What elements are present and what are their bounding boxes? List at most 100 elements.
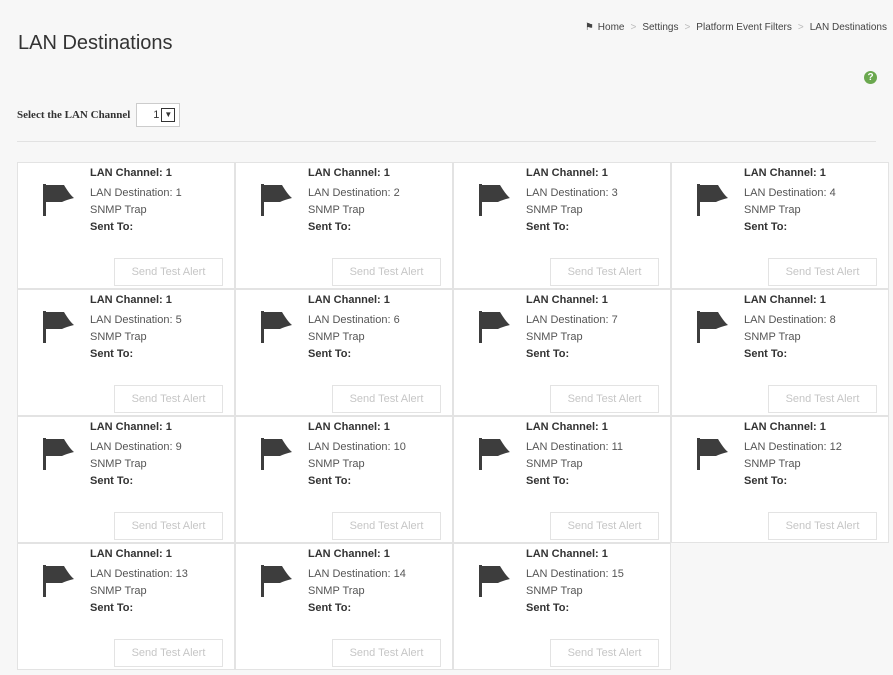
card-sent-to: Sent To: (90, 348, 134, 360)
card-type: SNMP Trap (526, 458, 583, 470)
destination-card: LAN Channel: 1 LAN Destination: 15 SNMP Tr… (453, 543, 671, 670)
card-info: LAN Channel: 1 LAN Destination: 4 SNMP Tra… (744, 165, 836, 236)
send-test-alert-button[interactable]: Send Test Alert (114, 385, 223, 413)
card-type: SNMP Trap (526, 204, 583, 216)
card-sent-to: Sent To: (744, 221, 788, 233)
card-channel: LAN Channel: 1 (744, 167, 826, 179)
card-sent-to: Sent To: (744, 348, 788, 360)
destination-card: LAN Channel: 1 LAN Destination: 8 SNMP Tra… (671, 289, 889, 416)
help-icon[interactable]: ? (864, 71, 877, 84)
card-channel: LAN Channel: 1 (744, 294, 826, 306)
card-sent-to: Sent To: (526, 348, 570, 360)
card-channel: LAN Channel: 1 (308, 421, 390, 433)
send-test-alert-button[interactable]: Send Test Alert (550, 639, 659, 667)
card-type: SNMP Trap (90, 585, 147, 597)
card-sent-to: Sent To: (90, 221, 134, 233)
card-info: LAN Channel: 1 LAN Destination: 11 SNMP Tr… (526, 419, 623, 490)
send-test-alert-button[interactable]: Send Test Alert (332, 512, 441, 540)
destination-card: LAN Channel: 1 LAN Destination: 1 SNMP Tra… (17, 162, 235, 289)
send-test-alert-button[interactable]: Send Test Alert (550, 385, 659, 413)
channel-select[interactable]: 1 ▼ (136, 103, 181, 127)
send-test-alert-button[interactable]: Send Test Alert (768, 258, 877, 286)
send-test-alert-button[interactable]: Send Test Alert (114, 258, 223, 286)
card-info: LAN Channel: 1 LAN Destination: 10 SNMP Tr… (308, 419, 406, 490)
send-test-alert-button[interactable]: Send Test Alert (332, 258, 441, 286)
destination-card: LAN Channel: 1 LAN Destination: 2 SNMP Tra… (235, 162, 453, 289)
card-info: LAN Channel: 1 LAN Destination: 15 SNMP Tr… (526, 546, 624, 617)
page-title: LAN Destinations (18, 32, 173, 54)
card-info: LAN Channel: 1 LAN Destination: 7 SNMP Tra… (526, 292, 618, 363)
destination-card: LAN Channel: 1 LAN Destination: 5 SNMP Tra… (17, 289, 235, 416)
breadcrumb-separator: > (797, 22, 804, 33)
breadcrumb: ⚑ Home > Settings > Platform Event Filte… (585, 22, 887, 33)
card-destination: LAN Destination: 12 (744, 441, 842, 453)
card-sent-to: Sent To: (90, 602, 134, 614)
card-info: LAN Channel: 1 LAN Destination: 13 SNMP Tr… (90, 546, 188, 617)
card-destination: LAN Destination: 1 (90, 187, 182, 199)
send-test-alert-button[interactable]: Send Test Alert (550, 512, 659, 540)
card-channel: LAN Channel: 1 (308, 294, 390, 306)
send-test-alert-button[interactable]: Send Test Alert (114, 639, 223, 667)
card-channel: LAN Channel: 1 (308, 548, 390, 560)
card-destination: LAN Destination: 2 (308, 187, 400, 199)
breadcrumb-separator: > (684, 22, 691, 33)
card-destination: LAN Destination: 7 (526, 314, 618, 326)
flag-icon (694, 308, 730, 344)
card-info: LAN Channel: 1 LAN Destination: 1 SNMP Tra… (90, 165, 182, 236)
destination-card: LAN Channel: 1 LAN Destination: 13 SNMP Tr… (17, 543, 235, 670)
channel-select-label: Select the LAN Channel (17, 109, 131, 121)
card-type: SNMP Trap (744, 331, 801, 343)
card-destination: LAN Destination: 8 (744, 314, 836, 326)
card-sent-to: Sent To: (308, 602, 352, 614)
flag-icon (258, 181, 294, 217)
card-info: LAN Channel: 1 LAN Destination: 14 SNMP Tr… (308, 546, 406, 617)
card-sent-to: Sent To: (308, 475, 352, 487)
send-test-alert-button[interactable]: Send Test Alert (332, 639, 441, 667)
flag-icon (40, 562, 76, 598)
card-type: SNMP Trap (90, 331, 147, 343)
card-channel: LAN Channel: 1 (90, 548, 172, 560)
card-destination: LAN Destination: 6 (308, 314, 400, 326)
card-sent-to: Sent To: (744, 475, 788, 487)
send-test-alert-button[interactable]: Send Test Alert (768, 512, 877, 540)
send-test-alert-button[interactable]: Send Test Alert (114, 512, 223, 540)
card-type: SNMP Trap (90, 204, 147, 216)
card-destination: LAN Destination: 3 (526, 187, 618, 199)
flag-icon (40, 181, 76, 217)
card-type: SNMP Trap (308, 204, 365, 216)
send-test-alert-button[interactable]: Send Test Alert (550, 258, 659, 286)
card-channel: LAN Channel: 1 (526, 548, 608, 560)
card-destination: LAN Destination: 9 (90, 441, 182, 453)
breadcrumb-settings[interactable]: Settings (642, 22, 678, 33)
breadcrumb-pef[interactable]: Platform Event Filters (696, 22, 792, 33)
destination-card: LAN Channel: 1 LAN Destination: 12 SNMP Tr… (671, 416, 889, 543)
flag-icon (476, 181, 512, 217)
card-sent-to: Sent To: (526, 221, 570, 233)
card-type: SNMP Trap (308, 585, 365, 597)
flag-icon (40, 308, 76, 344)
home-icon: ⚑ (584, 22, 594, 33)
card-type: SNMP Trap (308, 458, 365, 470)
card-info: LAN Channel: 1 LAN Destination: 6 SNMP Tra… (308, 292, 400, 363)
card-destination: LAN Destination: 15 (526, 568, 624, 580)
flag-icon (258, 308, 294, 344)
card-sent-to: Sent To: (90, 475, 134, 487)
card-type: SNMP Trap (744, 204, 801, 216)
card-channel: LAN Channel: 1 (526, 421, 608, 433)
flag-icon (258, 435, 294, 471)
card-destination: LAN Destination: 11 (526, 441, 624, 453)
card-channel: LAN Channel: 1 (90, 294, 172, 306)
card-sent-to: Sent To: (526, 475, 570, 487)
destination-card: LAN Channel: 1 LAN Destination: 14 SNMP Tr… (235, 543, 453, 670)
breadcrumb-current: LAN Destinations (809, 22, 887, 33)
divider (17, 141, 876, 142)
card-type: SNMP Trap (90, 458, 147, 470)
flag-icon (694, 181, 730, 217)
send-test-alert-button[interactable]: Send Test Alert (332, 385, 441, 413)
destination-card: LAN Channel: 1 LAN Destination: 7 SNMP Tra… (453, 289, 671, 416)
breadcrumb-home[interactable]: Home (598, 22, 625, 33)
send-test-alert-button[interactable]: Send Test Alert (768, 385, 877, 413)
card-info: LAN Channel: 1 LAN Destination: 12 SNMP Tr… (744, 419, 842, 490)
card-destination: LAN Destination: 14 (308, 568, 406, 580)
card-channel: LAN Channel: 1 (308, 167, 390, 179)
